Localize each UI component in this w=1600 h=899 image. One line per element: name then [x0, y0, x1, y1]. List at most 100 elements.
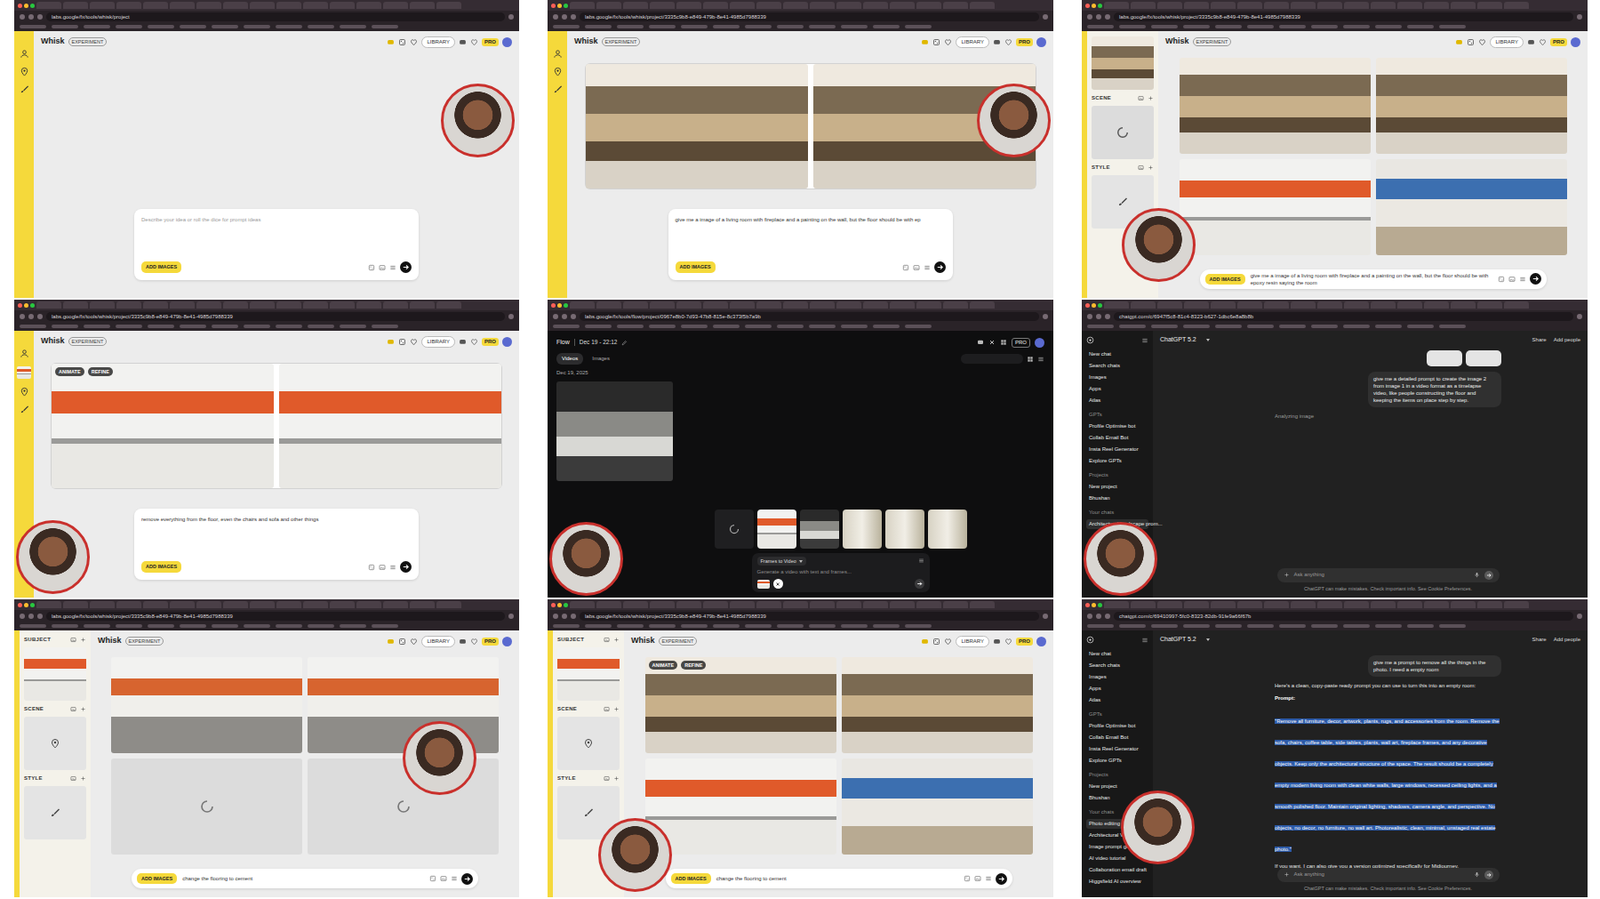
browser-tab[interactable]: [329, 600, 355, 608]
add-images-button[interactable]: ADD IMAGES: [141, 560, 182, 572]
browser-tab[interactable]: [409, 301, 435, 309]
upload-thumbnail[interactable]: [928, 509, 968, 549]
aspect-icon[interactable]: [1508, 275, 1516, 283]
bookmark[interactable]: [840, 624, 868, 628]
account-avatar[interactable]: [502, 336, 512, 347]
bookmark[interactable]: [648, 624, 676, 628]
bookmark[interactable]: [243, 24, 271, 29]
browser-tab[interactable]: [1397, 1, 1423, 9]
sidebar-item[interactable]: New project: [1086, 781, 1149, 792]
add-icon[interactable]: [613, 705, 620, 712]
browser-tab[interactable]: [729, 1, 755, 9]
browser-tab[interactable]: [1290, 1, 1316, 9]
bookmark[interactable]: [776, 24, 804, 29]
browser-tab[interactable]: [1317, 600, 1343, 608]
favorites-icon[interactable]: [409, 38, 418, 47]
grid-view-icon[interactable]: [1026, 355, 1034, 363]
upload-thumbnail[interactable]: [800, 509, 840, 549]
attach-icon[interactable]: [1283, 571, 1290, 578]
forward-button[interactable]: [28, 313, 34, 320]
mic-icon[interactable]: [1473, 571, 1480, 578]
browser-tab[interactable]: [863, 600, 888, 608]
upload-thumbnail[interactable]: [714, 509, 754, 549]
view-tab[interactable]: Videos: [556, 352, 584, 365]
subject-icon[interactable]: [19, 348, 30, 359]
upload-icon[interactable]: [70, 775, 77, 782]
browser-tab[interactable]: [889, 600, 915, 608]
feedback-icon[interactable]: [920, 38, 929, 47]
bookmark[interactable]: [1279, 624, 1306, 628]
attach-icon[interactable]: [1283, 871, 1290, 878]
bookmark[interactable]: [275, 624, 303, 628]
bookmark[interactable]: [840, 324, 868, 328]
browser-tab[interactable]: [1450, 600, 1476, 608]
dice-icon[interactable]: [398, 38, 407, 47]
browser-tab[interactable]: [303, 1, 328, 9]
settings-icon[interactable]: [450, 874, 458, 882]
browser-tab[interactable]: [729, 600, 755, 608]
window-control[interactable]: [30, 303, 35, 308]
window-control[interactable]: [557, 602, 562, 608]
window-control[interactable]: [1085, 3, 1090, 8]
window-control[interactable]: [1091, 303, 1096, 308]
browser-tab[interactable]: [969, 1, 995, 9]
subject-thumbnail[interactable]: [16, 366, 32, 379]
discord-icon[interactable]: [976, 338, 984, 346]
submit-arrow-icon[interactable]: [914, 578, 925, 589]
window-control[interactable]: [563, 303, 568, 308]
message-composer[interactable]: Ask anything: [1277, 867, 1500, 882]
address-bar[interactable]: chatgpt.com/c/6947f5c8-81c4-8323-b627-1d…: [1113, 312, 1574, 321]
browser-tab[interactable]: [356, 600, 382, 608]
bookmark[interactable]: [1087, 624, 1114, 628]
back-button[interactable]: [552, 14, 559, 20]
browser-tab[interactable]: [809, 1, 835, 9]
app-logo[interactable]: Whisk: [1165, 35, 1190, 48]
prompt-text[interactable]: give me a image of a living room with fi…: [675, 216, 946, 224]
upload-icon[interactable]: [70, 636, 77, 643]
add-icon[interactable]: [1147, 164, 1154, 171]
browser-tab[interactable]: [89, 1, 115, 9]
bookmark[interactable]: [1119, 624, 1146, 628]
browser-tab[interactable]: [916, 600, 942, 608]
bookmark[interactable]: [147, 24, 175, 29]
browser-tab[interactable]: [89, 301, 115, 309]
dice-icon[interactable]: [1466, 38, 1475, 47]
bookmark[interactable]: [1407, 24, 1434, 29]
bookmark[interactable]: [1215, 324, 1242, 328]
submit-arrow-icon[interactable]: [461, 872, 473, 885]
dice-icon[interactable]: [932, 637, 941, 646]
browser-tab[interactable]: [1157, 600, 1183, 608]
discord-icon[interactable]: [1527, 38, 1536, 47]
extension-button[interactable]: [1042, 613, 1048, 619]
browser-tab[interactable]: [676, 301, 702, 309]
browser-tab[interactable]: [1264, 301, 1289, 309]
bookmark[interactable]: [904, 324, 932, 328]
account-avatar[interactable]: [502, 636, 512, 647]
browser-tab[interactable]: [1290, 600, 1316, 608]
bookmark[interactable]: [1343, 324, 1370, 328]
bookmark[interactable]: [339, 24, 367, 29]
sidebar-item[interactable]: Apps: [1086, 683, 1149, 694]
prompt-text[interactable]: change the flooring to cement: [182, 874, 424, 882]
settings-icon[interactable]: [923, 264, 931, 272]
favorites-icon[interactable]: [409, 637, 418, 646]
window-control[interactable]: [1085, 303, 1090, 308]
input-thumbnail[interactable]: [24, 647, 87, 701]
bookmark[interactable]: [19, 624, 47, 628]
bookmark[interactable]: [1247, 324, 1274, 328]
extension-button[interactable]: [1576, 14, 1583, 20]
bookmark[interactable]: [584, 324, 612, 328]
forward-button[interactable]: [561, 313, 568, 320]
bookmark[interactable]: [1375, 24, 1402, 29]
discord-icon[interactable]: [992, 38, 1001, 47]
bookmark[interactable]: [339, 324, 367, 328]
extension-button[interactable]: [508, 14, 514, 20]
browser-tab[interactable]: [676, 600, 702, 608]
bookmark[interactable]: [584, 24, 612, 29]
chatgpt-logo-icon[interactable]: [1086, 635, 1095, 644]
window-control[interactable]: [551, 602, 556, 608]
bookmark[interactable]: [1215, 24, 1242, 29]
discord-icon[interactable]: [458, 337, 467, 346]
generated-image[interactable]: [841, 656, 1033, 753]
bookmark[interactable]: [1439, 624, 1466, 628]
